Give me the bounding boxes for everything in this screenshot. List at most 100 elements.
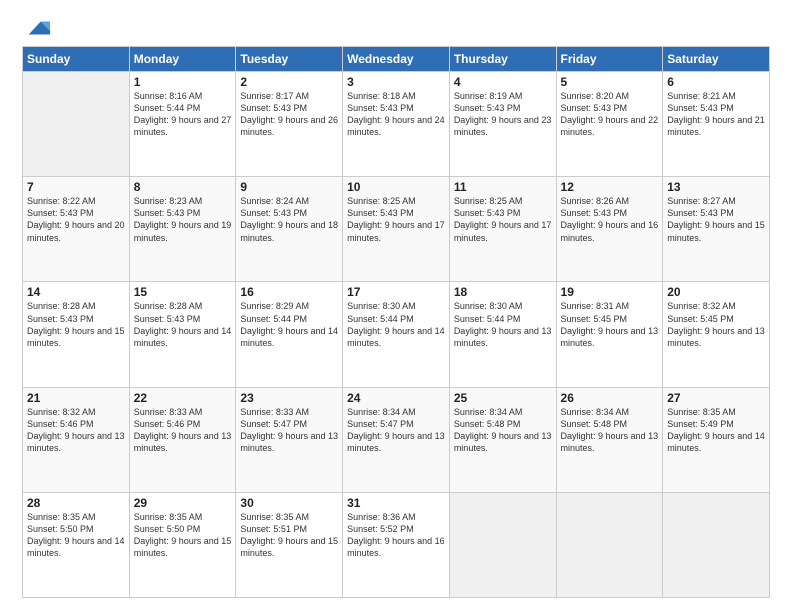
calendar-cell: 27Sunrise: 8:35 AMSunset: 5:49 PMDayligh…	[663, 387, 770, 492]
date-number: 8	[134, 180, 232, 194]
cell-info: Sunrise: 8:25 AMSunset: 5:43 PMDaylight:…	[454, 195, 552, 244]
calendar-cell: 17Sunrise: 8:30 AMSunset: 5:44 PMDayligh…	[343, 282, 450, 387]
cell-info: Sunrise: 8:30 AMSunset: 5:44 PMDaylight:…	[454, 300, 552, 349]
calendar-cell: 31Sunrise: 8:36 AMSunset: 5:52 PMDayligh…	[343, 492, 450, 597]
cell-info: Sunrise: 8:35 AMSunset: 5:50 PMDaylight:…	[134, 511, 232, 560]
date-number: 17	[347, 285, 445, 299]
cell-info: Sunrise: 8:26 AMSunset: 5:43 PMDaylight:…	[561, 195, 659, 244]
calendar-cell: 2Sunrise: 8:17 AMSunset: 5:43 PMDaylight…	[236, 72, 343, 177]
calendar-cell: 28Sunrise: 8:35 AMSunset: 5:50 PMDayligh…	[23, 492, 130, 597]
calendar-cell: 25Sunrise: 8:34 AMSunset: 5:48 PMDayligh…	[449, 387, 556, 492]
cell-info: Sunrise: 8:33 AMSunset: 5:47 PMDaylight:…	[240, 406, 338, 455]
date-number: 7	[27, 180, 125, 194]
date-number: 1	[134, 75, 232, 89]
cell-info: Sunrise: 8:24 AMSunset: 5:43 PMDaylight:…	[240, 195, 338, 244]
cell-info: Sunrise: 8:34 AMSunset: 5:47 PMDaylight:…	[347, 406, 445, 455]
weekday-header-wednesday: Wednesday	[343, 47, 450, 72]
cell-info: Sunrise: 8:33 AMSunset: 5:46 PMDaylight:…	[134, 406, 232, 455]
calendar-cell: 30Sunrise: 8:35 AMSunset: 5:51 PMDayligh…	[236, 492, 343, 597]
weekday-header-tuesday: Tuesday	[236, 47, 343, 72]
weekday-header-saturday: Saturday	[663, 47, 770, 72]
calendar-cell: 4Sunrise: 8:19 AMSunset: 5:43 PMDaylight…	[449, 72, 556, 177]
calendar-cell: 23Sunrise: 8:33 AMSunset: 5:47 PMDayligh…	[236, 387, 343, 492]
weekday-header-row: SundayMondayTuesdayWednesdayThursdayFrid…	[23, 47, 770, 72]
calendar-week-row: 28Sunrise: 8:35 AMSunset: 5:50 PMDayligh…	[23, 492, 770, 597]
cell-info: Sunrise: 8:28 AMSunset: 5:43 PMDaylight:…	[27, 300, 125, 349]
date-number: 11	[454, 180, 552, 194]
date-number: 31	[347, 496, 445, 510]
calendar-cell: 3Sunrise: 8:18 AMSunset: 5:43 PMDaylight…	[343, 72, 450, 177]
calendar-cell: 26Sunrise: 8:34 AMSunset: 5:48 PMDayligh…	[556, 387, 663, 492]
date-number: 9	[240, 180, 338, 194]
date-number: 15	[134, 285, 232, 299]
cell-info: Sunrise: 8:31 AMSunset: 5:45 PMDaylight:…	[561, 300, 659, 349]
date-number: 10	[347, 180, 445, 194]
cell-info: Sunrise: 8:35 AMSunset: 5:51 PMDaylight:…	[240, 511, 338, 560]
cell-info: Sunrise: 8:32 AMSunset: 5:46 PMDaylight:…	[27, 406, 125, 455]
date-number: 14	[27, 285, 125, 299]
cell-info: Sunrise: 8:36 AMSunset: 5:52 PMDaylight:…	[347, 511, 445, 560]
calendar-cell: 15Sunrise: 8:28 AMSunset: 5:43 PMDayligh…	[129, 282, 236, 387]
calendar-week-row: 14Sunrise: 8:28 AMSunset: 5:43 PMDayligh…	[23, 282, 770, 387]
date-number: 26	[561, 391, 659, 405]
cell-info: Sunrise: 8:34 AMSunset: 5:48 PMDaylight:…	[454, 406, 552, 455]
cell-info: Sunrise: 8:34 AMSunset: 5:48 PMDaylight:…	[561, 406, 659, 455]
weekday-header-monday: Monday	[129, 47, 236, 72]
header	[22, 18, 770, 42]
date-number: 30	[240, 496, 338, 510]
calendar-cell: 6Sunrise: 8:21 AMSunset: 5:43 PMDaylight…	[663, 72, 770, 177]
date-number: 2	[240, 75, 338, 89]
calendar-week-row: 21Sunrise: 8:32 AMSunset: 5:46 PMDayligh…	[23, 387, 770, 492]
calendar-cell: 11Sunrise: 8:25 AMSunset: 5:43 PMDayligh…	[449, 177, 556, 282]
cell-info: Sunrise: 8:17 AMSunset: 5:43 PMDaylight:…	[240, 90, 338, 139]
calendar-cell: 5Sunrise: 8:20 AMSunset: 5:43 PMDaylight…	[556, 72, 663, 177]
calendar-table: SundayMondayTuesdayWednesdayThursdayFrid…	[22, 46, 770, 598]
calendar-cell: 10Sunrise: 8:25 AMSunset: 5:43 PMDayligh…	[343, 177, 450, 282]
weekday-header-thursday: Thursday	[449, 47, 556, 72]
cell-info: Sunrise: 8:28 AMSunset: 5:43 PMDaylight:…	[134, 300, 232, 349]
date-number: 24	[347, 391, 445, 405]
date-number: 12	[561, 180, 659, 194]
calendar-cell: 18Sunrise: 8:30 AMSunset: 5:44 PMDayligh…	[449, 282, 556, 387]
logo-icon	[24, 14, 52, 42]
calendar-cell: 24Sunrise: 8:34 AMSunset: 5:47 PMDayligh…	[343, 387, 450, 492]
cell-info: Sunrise: 8:22 AMSunset: 5:43 PMDaylight:…	[27, 195, 125, 244]
cell-info: Sunrise: 8:30 AMSunset: 5:44 PMDaylight:…	[347, 300, 445, 349]
date-number: 29	[134, 496, 232, 510]
calendar-cell	[449, 492, 556, 597]
calendar-cell	[556, 492, 663, 597]
cell-info: Sunrise: 8:23 AMSunset: 5:43 PMDaylight:…	[134, 195, 232, 244]
calendar-cell: 14Sunrise: 8:28 AMSunset: 5:43 PMDayligh…	[23, 282, 130, 387]
date-number: 4	[454, 75, 552, 89]
calendar-cell: 29Sunrise: 8:35 AMSunset: 5:50 PMDayligh…	[129, 492, 236, 597]
calendar-cell: 8Sunrise: 8:23 AMSunset: 5:43 PMDaylight…	[129, 177, 236, 282]
date-number: 13	[667, 180, 765, 194]
cell-info: Sunrise: 8:19 AMSunset: 5:43 PMDaylight:…	[454, 90, 552, 139]
calendar-cell: 16Sunrise: 8:29 AMSunset: 5:44 PMDayligh…	[236, 282, 343, 387]
date-number: 20	[667, 285, 765, 299]
cell-info: Sunrise: 8:18 AMSunset: 5:43 PMDaylight:…	[347, 90, 445, 139]
calendar-week-row: 7Sunrise: 8:22 AMSunset: 5:43 PMDaylight…	[23, 177, 770, 282]
date-number: 23	[240, 391, 338, 405]
date-number: 5	[561, 75, 659, 89]
calendar-week-row: 1Sunrise: 8:16 AMSunset: 5:44 PMDaylight…	[23, 72, 770, 177]
date-number: 21	[27, 391, 125, 405]
weekday-header-sunday: Sunday	[23, 47, 130, 72]
cell-info: Sunrise: 8:29 AMSunset: 5:44 PMDaylight:…	[240, 300, 338, 349]
date-number: 6	[667, 75, 765, 89]
date-number: 18	[454, 285, 552, 299]
calendar-cell: 22Sunrise: 8:33 AMSunset: 5:46 PMDayligh…	[129, 387, 236, 492]
cell-info: Sunrise: 8:35 AMSunset: 5:49 PMDaylight:…	[667, 406, 765, 455]
date-number: 22	[134, 391, 232, 405]
calendar-cell: 9Sunrise: 8:24 AMSunset: 5:43 PMDaylight…	[236, 177, 343, 282]
calendar-cell: 21Sunrise: 8:32 AMSunset: 5:46 PMDayligh…	[23, 387, 130, 492]
calendar-cell	[23, 72, 130, 177]
cell-info: Sunrise: 8:35 AMSunset: 5:50 PMDaylight:…	[27, 511, 125, 560]
logo	[22, 18, 52, 42]
calendar-page: SundayMondayTuesdayWednesdayThursdayFrid…	[0, 0, 792, 612]
date-number: 28	[27, 496, 125, 510]
date-number: 27	[667, 391, 765, 405]
calendar-cell: 7Sunrise: 8:22 AMSunset: 5:43 PMDaylight…	[23, 177, 130, 282]
calendar-cell: 1Sunrise: 8:16 AMSunset: 5:44 PMDaylight…	[129, 72, 236, 177]
cell-info: Sunrise: 8:32 AMSunset: 5:45 PMDaylight:…	[667, 300, 765, 349]
